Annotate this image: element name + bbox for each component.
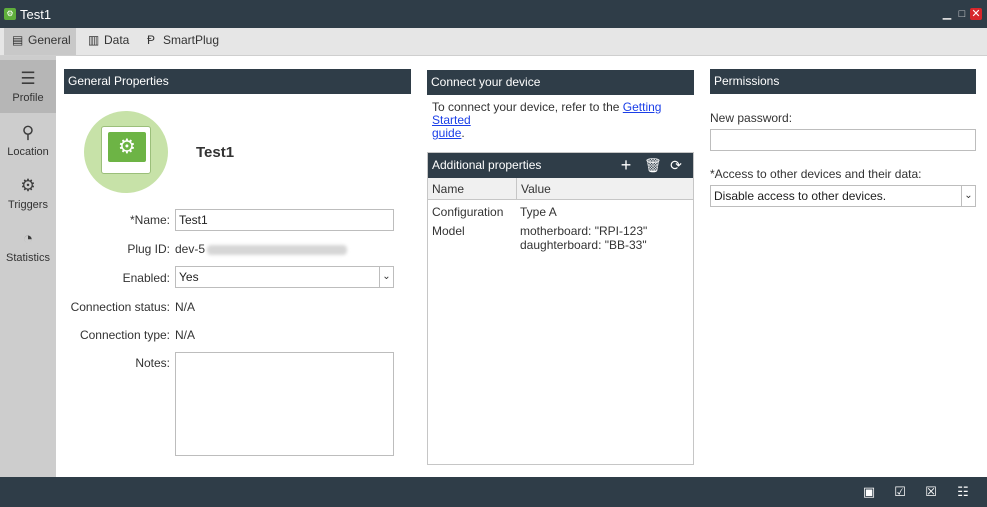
enabled-select[interactable]: Yes ⌄ xyxy=(175,266,394,288)
access-select[interactable]: Disable access to other devices. ⌄ xyxy=(710,185,976,207)
connection-type-label: Connection type: xyxy=(79,328,170,342)
bottom-toolbar: ▣ ☑ ☒ ☷ xyxy=(0,477,987,507)
nav-item-location[interactable]: ⚲ Location xyxy=(0,114,56,167)
nav-label: Triggers xyxy=(8,199,48,211)
tab-label: SmartPlug xyxy=(163,33,220,47)
column-header-name[interactable]: Name xyxy=(428,178,517,200)
name-input[interactable]: Test1 xyxy=(175,209,394,231)
close-button[interactable]: ✕ xyxy=(970,8,982,20)
tab-data[interactable]: ▥ Data xyxy=(80,28,140,55)
maximize-button[interactable]: □ xyxy=(956,8,968,20)
additional-properties-title: Additional properties xyxy=(432,158,542,172)
plug-id-text: dev-5 xyxy=(175,242,206,256)
additional-properties-header: Additional properties + 🗑 ⟳ xyxy=(428,153,693,178)
notes-textarea[interactable] xyxy=(175,352,394,456)
minimize-button[interactable]: ▁ xyxy=(941,8,953,20)
row-name-cell: Model xyxy=(432,224,465,238)
refresh-icon[interactable]: ⟳ xyxy=(668,157,684,173)
new-password-label: New password: xyxy=(710,111,793,125)
new-password-input[interactable] xyxy=(710,129,976,151)
general-properties-header: General Properties xyxy=(64,69,411,94)
trash-icon[interactable]: 🗑 xyxy=(644,157,662,173)
connect-text-end: . xyxy=(461,126,465,140)
grid-header: Name Value xyxy=(428,178,693,200)
connect-instructions: To connect your device, refer to the Get… xyxy=(432,101,692,140)
tab-label: General xyxy=(28,33,71,47)
settings-icon[interactable]: ☷ xyxy=(955,484,971,500)
name-label: *Name: xyxy=(129,213,170,227)
profile-icon: ☰ xyxy=(20,69,36,88)
device-avatar: ⚙ xyxy=(84,111,168,193)
device-name-title: Test1 xyxy=(196,144,235,161)
nav-label: Profile xyxy=(12,92,44,104)
connect-device-header: Connect your device xyxy=(427,70,694,95)
plug-id-label: Plug ID: xyxy=(127,242,170,256)
chevron-down-icon[interactable]: ⌄ xyxy=(379,267,393,287)
nav-label: Statistics xyxy=(5,252,50,264)
save-close-icon[interactable]: ☑ xyxy=(892,484,908,500)
access-label: *Access to other devices and their data: xyxy=(710,167,922,181)
column-header-value[interactable]: Value xyxy=(517,178,693,200)
tab-general[interactable]: ▤ General xyxy=(4,28,76,55)
title-bar: ⚙ Test1 ▁ □ ✕ xyxy=(0,0,987,28)
row-value-cell: motherboard: "RPI-123" daughterboard: "B… xyxy=(520,224,648,252)
additional-properties-panel: Additional properties + 🗑 ⟳ Name Value C… xyxy=(427,152,694,465)
connection-status-value: N/A xyxy=(175,300,196,314)
add-icon[interactable]: + xyxy=(618,156,634,174)
nav-item-triggers[interactable]: ⚙ Triggers xyxy=(0,167,56,220)
location-icon: ⚲ xyxy=(21,123,35,142)
save-icon[interactable]: ▣ xyxy=(861,484,877,500)
statistics-icon: ◔ xyxy=(22,229,34,248)
notes-label: Notes: xyxy=(135,356,170,370)
nav-item-statistics[interactable]: ◔ Statistics xyxy=(0,220,56,273)
nav-label: Location xyxy=(7,146,49,158)
enabled-value: Yes xyxy=(179,270,199,284)
enabled-label: Enabled: xyxy=(122,271,170,285)
gear-icon: ⚙ xyxy=(108,132,146,162)
app-icon: ⚙ xyxy=(4,8,16,20)
tab-bar: ▤ General ▥ Data Ᵽ SmartPlug xyxy=(0,28,987,56)
discard-icon[interactable]: ☒ xyxy=(923,484,939,500)
guide-link[interactable]: guide xyxy=(432,126,461,140)
window-title: Test1 xyxy=(20,7,52,22)
connection-type-value: N/A xyxy=(175,328,196,342)
row-value-cell: Type A xyxy=(520,205,557,219)
bar-chart-icon: ▥ xyxy=(88,33,100,47)
side-nav: ☰ Profile ⚲ Location ⚙ Triggers ◔ Statis… xyxy=(0,56,56,477)
permissions-header: Permissions xyxy=(710,69,976,94)
access-value: Disable access to other devices. xyxy=(714,189,887,203)
plug-id-value: dev-5 xyxy=(175,242,348,256)
tab-label: Data xyxy=(104,33,130,47)
connect-text: To connect your device, refer to the xyxy=(432,100,623,114)
tab-smartplug[interactable]: Ᵽ SmartPlug xyxy=(139,28,225,55)
document-icon: ▤ xyxy=(12,33,24,47)
triggers-icon: ⚙ xyxy=(20,176,36,195)
device-screen: ⚙ xyxy=(101,126,151,174)
plug-icon: Ᵽ xyxy=(147,33,156,47)
connection-status-label: Connection status: xyxy=(70,300,170,314)
nav-item-profile[interactable]: ☰ Profile xyxy=(0,60,56,113)
plug-id-redacted xyxy=(207,244,348,255)
row-name-cell: Configuration xyxy=(432,205,504,219)
chevron-down-icon[interactable]: ⌄ xyxy=(961,186,975,206)
